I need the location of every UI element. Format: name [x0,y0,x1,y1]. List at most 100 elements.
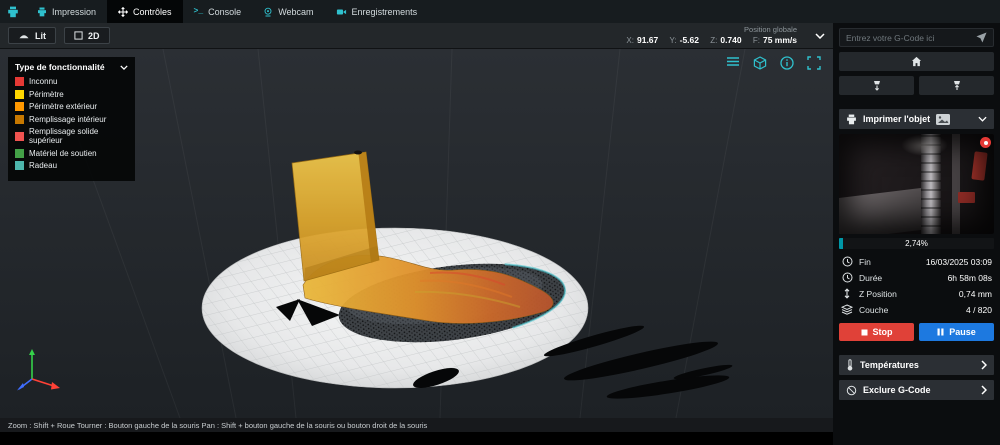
gcode-input-row [839,28,994,47]
z-label: Z: [710,36,717,45]
print-actions-row: Stop Pause [839,323,994,341]
send-gcode-icon[interactable] [976,32,987,43]
tab-impression[interactable]: Impression [26,0,107,23]
extrude-button[interactable] [839,76,914,95]
viewer-column: Lit 2D Position globale X:91.67 Y:-5.62 … [0,23,833,445]
info-button[interactable] [780,56,794,70]
collapse-position-chevron[interactable] [815,33,825,39]
feature-type-legend: Type de fonctionnalité Inconnu Périmètre… [8,57,135,181]
legend-item: Périmètre [15,90,128,99]
y-label: Y: [670,36,677,45]
legend-label: Périmètre extérieur [29,102,97,111]
tab-label: Webcam [278,7,313,17]
stat-row-fin: Fin 16/03/2025 03:09 [841,254,992,269]
position-values: X:91.67 Y:-5.62 Z:0.740 F:75 mm/s [617,35,797,46]
progress-label: 2,74% [839,238,994,249]
legend-item: Radeau [15,161,128,170]
print-object-panel-header[interactable]: Imprimer l'objet [839,109,994,129]
stat-row-couche: Couche 4 / 820 [841,302,992,317]
tab-enregistrements[interactable]: Enregistrements [325,0,429,23]
gcode-3d-scene[interactable]: Type de fonctionnalité Inconnu Périmètre… [0,49,833,418]
snapshot-image-icon[interactable] [936,114,950,125]
legend-title: Type de fonctionnalité [15,62,105,72]
print-stats: Fin 16/03/2025 03:09 Durée 6h 58m 08s [839,253,994,318]
stat-row-duree: Durée 6h 58m 08s [841,270,992,285]
info-icon [780,56,794,70]
viewer-hint-bar: Zoom : Shift + Roue Tourner : Bouton gau… [0,418,833,432]
z-value: 0.740 [720,35,741,45]
tab-label: Contrôles [133,7,172,17]
recording-indicator-icon [980,137,991,148]
pause-icon [937,328,944,336]
x-label: X: [626,36,634,45]
pause-button[interactable]: Pause [919,323,994,341]
stat-label: Z Position [859,289,897,299]
mode-2d-button[interactable]: 2D [64,27,110,44]
fullscreen-button[interactable] [807,56,821,70]
home-icon [911,56,922,67]
temperatures-title: Températures [860,360,919,370]
bed-button[interactable]: Lit [8,27,56,44]
clock-icon [842,272,853,283]
printer-icon [846,114,857,125]
home-button[interactable] [839,52,994,71]
retract-button[interactable] [919,76,994,95]
app-logo[interactable] [0,0,26,23]
f-value: 75 mm/s [763,35,797,45]
printer-logo-icon [7,6,19,18]
square-2d-icon [74,31,83,40]
retract-icon [951,80,963,92]
tab-console[interactable]: >_ Console [183,0,253,23]
stat-value: 4 / 820 [966,305,992,315]
bed-button-label: Lit [35,31,46,41]
stop-button[interactable]: Stop [839,323,914,341]
temperatures-panel-header[interactable]: Températures [839,355,994,375]
exclude-gcode-panel-header[interactable]: Exclure G-Code [839,380,994,400]
stop-button-label: Stop [873,327,893,337]
fullscreen-icon [807,56,821,70]
layer-list-button[interactable] [726,56,740,70]
tab-controles[interactable]: Contrôles [107,0,183,23]
chevron-right-icon [981,385,987,395]
app-root: Impression Contrôles >_ Console Webcam [0,0,1000,445]
terminal-icon: >_ [194,7,204,16]
legend-swatch [15,149,24,158]
list-icon [726,56,740,68]
legend-swatch [15,115,24,124]
chevron-down-icon [815,33,825,39]
extrude-icon [871,80,883,92]
viewer-hint-text: Zoom : Shift + Roue Tourner : Bouton gau… [8,421,427,430]
thermometer-icon [846,359,854,371]
gcode-input[interactable] [846,33,972,43]
chevron-right-icon [981,360,987,370]
legend-swatch [15,161,24,170]
tab-webcam[interactable]: Webcam [252,0,324,23]
legend-item: Inconnu [15,77,128,86]
tab-label: Enregistrements [352,7,418,17]
print-progress-bar: 2,74% [839,238,994,249]
stat-value: 16/03/2025 03:09 [926,257,992,267]
mode-2d-label: 2D [88,31,100,41]
legend-swatch [15,102,24,111]
legend-swatch [15,77,24,86]
legend-item: Remplissage solide supérieur [15,127,128,145]
move-controls-icon [118,7,128,17]
legend-label: Radeau [29,161,57,170]
legend-collapse-chevron-icon[interactable] [120,65,128,70]
stat-value: 0,74 mm [959,289,992,299]
video-recordings-icon [336,7,347,17]
up-down-arrow-icon [843,288,851,299]
model-view-button[interactable] [753,56,767,70]
stat-label: Durée [859,273,882,283]
legend-item: Remplissage intérieur [15,115,128,124]
axis-indicator [17,349,60,391]
webcam-thumbnail[interactable] [839,134,994,234]
bed-icon [18,31,30,40]
print-panel-title: Imprimer l'objet [863,114,930,124]
stat-value: 6h 58m 08s [948,273,992,283]
right-sidebar: Imprimer l'objet [833,23,1000,445]
bottom-black-bar [0,432,833,445]
legend-label: Remplissage intérieur [29,115,106,124]
print-panel-body: 2,74% Fin 16/03/2025 03:09 [839,134,994,341]
y-value: -5.62 [680,35,699,45]
